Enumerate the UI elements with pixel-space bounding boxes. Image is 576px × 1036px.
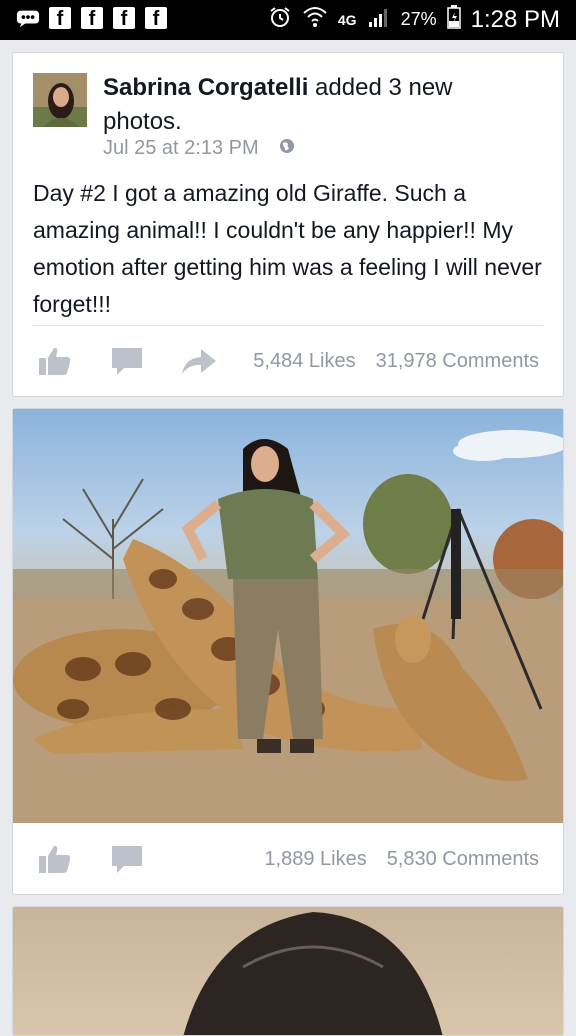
post-meta: Jul 25 at 2:13 PM — [103, 137, 295, 160]
divider — [33, 325, 543, 326]
signal-icon — [367, 6, 391, 33]
facebook-icon: f — [48, 6, 72, 30]
messenger-icon — [16, 6, 40, 30]
status-bar: f f f f 4G 27% 1:28 PM — [0, 0, 576, 40]
notification-icons: f f f f — [16, 6, 168, 30]
likes-count[interactable]: 1,889 Likes — [264, 848, 366, 871]
photo-card: 1,889 Likes 5,830 Comments — [12, 408, 564, 895]
share-icon[interactable] — [181, 345, 217, 377]
network-type: 4G — [337, 11, 357, 28]
photo-actions: 1,889 Likes 5,830 Comments — [37, 843, 539, 875]
globe-icon — [279, 137, 295, 160]
alarm-icon — [268, 5, 292, 34]
post-header: Sabrina Corgatelli added 3 new photos. — [103, 71, 533, 139]
comments-count[interactable]: 5,830 Comments — [387, 848, 539, 871]
wifi-icon — [302, 5, 328, 34]
photo-card — [12, 906, 564, 1036]
post-actions: 5,484 Likes 31,978 Comments — [37, 345, 539, 377]
like-icon[interactable] — [37, 843, 73, 875]
facebook-icon: f — [80, 6, 104, 30]
clock: 1:28 PM — [470, 5, 560, 33]
post-photo[interactable] — [13, 907, 563, 1035]
post-photo[interactable] — [13, 409, 563, 823]
battery-percent: 27% — [400, 9, 437, 29]
comment-icon[interactable] — [109, 843, 145, 875]
author-name[interactable]: Sabrina Corgatelli — [103, 74, 308, 101]
engagement-counts: 5,484 Likes 31,978 Comments — [253, 350, 539, 373]
post-timestamp[interactable]: Jul 25 at 2:13 PM — [103, 137, 259, 160]
facebook-icon: f — [112, 6, 136, 30]
system-status: 4G 27% 1:28 PM — [268, 5, 560, 34]
comments-count[interactable]: 31,978 Comments — [376, 350, 539, 373]
like-icon[interactable] — [37, 345, 73, 377]
post-text: Day #2 I got a amazing old Giraffe. Such… — [33, 180, 542, 317]
battery-icon — [446, 5, 461, 34]
avatar[interactable] — [33, 73, 87, 127]
likes-count[interactable]: 5,484 Likes — [253, 350, 355, 373]
engagement-counts: 1,889 Likes 5,830 Comments — [264, 848, 539, 871]
facebook-icon: f — [144, 6, 168, 30]
post-card: Sabrina Corgatelli added 3 new photos. J… — [12, 52, 564, 397]
comment-icon[interactable] — [109, 345, 145, 377]
